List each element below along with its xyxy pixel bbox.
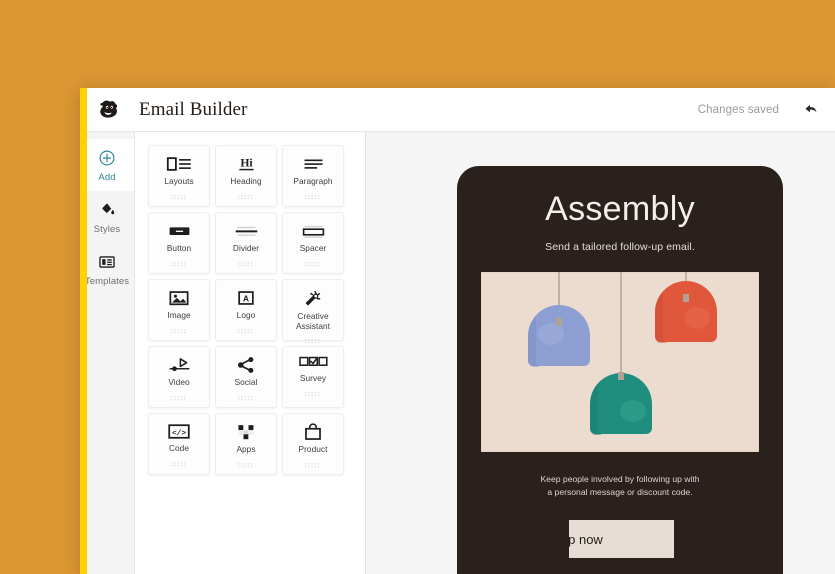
block-card-code[interactable]: </> Code: [148, 413, 210, 475]
cta-button-label: Shop now: [569, 531, 603, 547]
app-body: Add Styles Templates Layouts Hi Heading …: [80, 132, 835, 574]
drag-dots-icon[interactable]: [237, 254, 255, 272]
block-card-button[interactable]: Button: [148, 212, 210, 274]
block-label: Spacer: [299, 243, 327, 253]
block-card-divider[interactable]: Divider: [215, 212, 277, 274]
block-label: Survey: [299, 373, 327, 383]
undo-arrow-icon[interactable]: [801, 101, 819, 119]
header-actions: Changes saved: [698, 101, 819, 119]
drag-dots-icon[interactable]: [304, 331, 322, 349]
block-label: Divider: [232, 243, 260, 253]
shopping-bag-icon: [303, 423, 323, 441]
brand: Email Builder: [97, 95, 247, 125]
magic-wand-sparkle-icon: [302, 289, 324, 308]
svg-text:A: A: [243, 294, 249, 304]
email-preview[interactable]: Assembly Send a tailored follow-up email…: [457, 166, 783, 574]
sidebar-item-styles[interactable]: Styles: [80, 191, 134, 243]
app-header: Email Builder Changes saved: [80, 88, 835, 132]
sidebar-item-label: Add: [98, 172, 116, 183]
block-card-heading[interactable]: Hi Heading: [215, 145, 277, 207]
video-play-icon: [167, 356, 192, 374]
email-body-line-2: a personal message or discount code.: [547, 487, 693, 498]
mailchimp-monkey-logo-icon: [97, 95, 127, 125]
cta-shop-now-button[interactable]: Shop now: [569, 520, 674, 558]
sidebar: Add Styles Templates: [80, 132, 135, 574]
sidebar-item-templates[interactable]: Templates: [80, 243, 134, 295]
heading-hi-icon: Hi: [233, 155, 260, 173]
svg-text:</>: </>: [172, 430, 186, 438]
button-icon: [166, 222, 193, 240]
drag-dots-icon[interactable]: [237, 388, 255, 406]
block-label: Apps: [236, 444, 256, 454]
drag-dots-icon[interactable]: [237, 455, 255, 473]
sidebar-item-label: Templates: [84, 276, 130, 287]
survey-checkbox-icon: [298, 356, 328, 370]
window-accent-stripe: [80, 88, 87, 574]
drag-dots-icon[interactable]: [304, 384, 322, 402]
block-card-image[interactable]: Image: [148, 279, 210, 341]
block-grid: Layouts Hi Heading Paragraph Button Divi…: [148, 145, 365, 475]
paragraph-lines-icon: [300, 155, 327, 173]
drag-dots-icon[interactable]: [170, 388, 188, 406]
template-layout-icon: [98, 252, 117, 271]
sidebar-item-label: Styles: [93, 224, 121, 235]
email-headline[interactable]: Assembly: [481, 190, 759, 229]
page-title: Email Builder: [139, 98, 248, 120]
block-label: Paragraph: [293, 176, 333, 186]
paint-bucket-icon: [98, 200, 117, 219]
code-brackets-icon: </>: [167, 423, 191, 440]
status-text: Changes saved: [697, 103, 779, 116]
apps-grid-icon: [236, 423, 256, 441]
block-card-apps[interactable]: Apps: [215, 413, 277, 475]
svg-text:Hi: Hi: [240, 157, 253, 170]
spacer-icon: [300, 222, 327, 240]
social-share-icon: [236, 356, 256, 374]
drag-dots-icon[interactable]: [304, 187, 322, 205]
block-label: Video: [168, 377, 190, 387]
plus-circle-icon: [98, 148, 117, 167]
email-body-text[interactable]: Keep people involved by following up wit…: [481, 473, 759, 500]
drag-dots-icon[interactable]: [170, 454, 188, 472]
block-card-logo[interactable]: A Logo: [215, 279, 277, 341]
image-icon: [168, 289, 190, 307]
block-card-product[interactable]: Product: [282, 413, 344, 475]
three-pendant-lamps-photo[interactable]: [481, 272, 759, 452]
drag-dots-icon[interactable]: [237, 187, 255, 205]
block-label: Creative Assistant: [295, 311, 331, 331]
drag-dots-icon[interactable]: [304, 455, 322, 473]
email-subheadline[interactable]: Send a tailored follow-up email.: [481, 241, 759, 253]
drag-dots-icon[interactable]: [170, 187, 188, 205]
block-card-video[interactable]: Video: [148, 346, 210, 408]
logo-letter-a-icon: A: [235, 289, 257, 307]
email-builder-window: Email Builder Changes saved Add Styles T…: [80, 88, 835, 574]
block-label: Layouts: [164, 176, 194, 186]
email-canvas: Assembly Send a tailored follow-up email…: [366, 132, 835, 574]
block-card-paragraph[interactable]: Paragraph: [282, 145, 344, 207]
drag-dots-icon[interactable]: [170, 321, 188, 339]
block-card-creative-assistant[interactable]: Creative Assistant: [282, 279, 344, 344]
block-label: Product: [298, 444, 328, 454]
block-card-survey[interactable]: Survey: [282, 346, 344, 408]
block-label: Button: [166, 243, 192, 253]
email-body-line-1: Keep people involved by following up wit…: [540, 474, 700, 484]
layouts-icon: [166, 155, 193, 173]
sidebar-item-add[interactable]: Add: [80, 139, 134, 191]
block-label: Code: [168, 443, 190, 453]
block-label: Logo: [236, 310, 256, 320]
block-label: Image: [167, 310, 191, 320]
divider-icon: [233, 222, 260, 240]
block-card-spacer[interactable]: Spacer: [282, 212, 344, 274]
block-label: Social: [234, 377, 258, 387]
block-label: Heading: [230, 176, 262, 186]
drag-dots-icon[interactable]: [304, 254, 322, 272]
block-card-social[interactable]: Social: [215, 346, 277, 408]
block-palette: Layouts Hi Heading Paragraph Button Divi…: [135, 132, 366, 574]
drag-dots-icon[interactable]: [170, 254, 188, 272]
block-card-layouts[interactable]: Layouts: [148, 145, 210, 207]
drag-dots-icon[interactable]: [237, 321, 255, 339]
